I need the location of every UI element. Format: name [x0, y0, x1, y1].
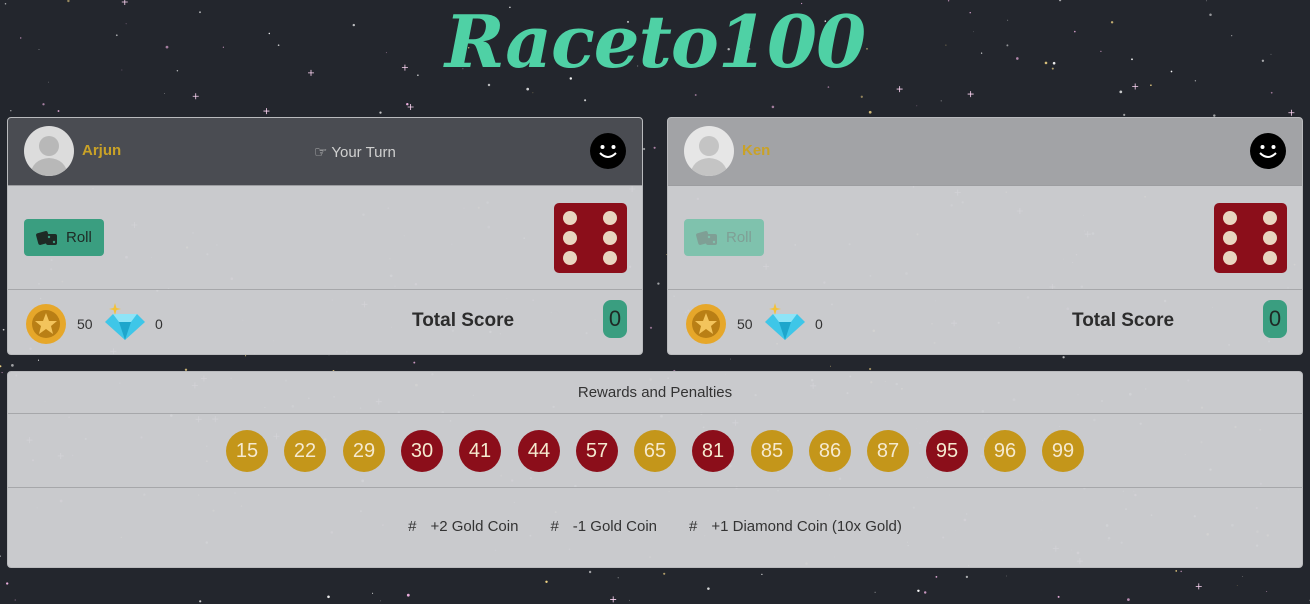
legend-item: # +1 Diamond Coin (10x Gold) — [689, 518, 902, 535]
roll-label: Roll — [66, 229, 92, 246]
pointing-hand-icon: ☞ — [314, 144, 328, 161]
player-header: Ken — [668, 118, 1302, 186]
roll-button[interactable]: Roll — [684, 219, 764, 256]
player-stats: 50 0 Total Score 0 — [8, 290, 642, 354]
roll-area: Roll — [8, 186, 642, 290]
legend-text: +1 Diamond Coin (10x Gold) — [711, 518, 902, 535]
diamond-count: 0 — [155, 316, 163, 332]
turn-indicator: ☞ Your Turn — [314, 143, 396, 161]
total-score-badge: 0 — [603, 300, 627, 338]
legend-text: -1 Gold Coin — [572, 518, 658, 535]
board-cell-gold: 87 — [867, 430, 909, 472]
user-silhouette-icon — [30, 136, 68, 176]
smiley-icon[interactable] — [1250, 133, 1286, 169]
board-cell-gold: 29 — [343, 430, 385, 472]
gold-coin-icon — [686, 304, 726, 344]
legend-symbol: # — [689, 518, 698, 535]
rewards-title: Rewards and Penalties — [8, 372, 1302, 414]
board-cell-gold: 65 — [634, 430, 676, 472]
smiley-icon[interactable] — [590, 133, 626, 169]
player-name: Ken — [742, 142, 771, 159]
avatar — [24, 126, 74, 176]
board-cell-penalty: 95 — [926, 430, 968, 472]
board-cell-penalty: 41 — [459, 430, 501, 472]
roll-area: Roll — [668, 186, 1302, 290]
player-stats: 50 0 Total Score 0 — [668, 290, 1302, 354]
player-header: Arjun ☞ Your Turn — [8, 118, 642, 186]
board-cell-gold: 15 — [226, 430, 268, 472]
board-cell-penalty: 44 — [518, 430, 560, 472]
total-score-label: Total Score — [412, 310, 515, 331]
board-cell-gold: 85 — [751, 430, 793, 472]
roll-button[interactable]: Roll — [24, 219, 104, 256]
user-silhouette-icon — [690, 136, 728, 176]
board-cell-gold: 86 — [809, 430, 851, 472]
gold-coin-count: 50 — [77, 316, 93, 332]
die-face-six — [1214, 203, 1287, 273]
player-card-ken: Ken Roll 50 0 Total Score 0 — [667, 117, 1303, 355]
legend-item: # -1 Gold Coin — [550, 518, 657, 535]
total-score-label: Total Score — [1072, 310, 1175, 331]
player-card-arjun: Arjun ☞ Your Turn Roll 50 0 Total Score … — [7, 117, 643, 355]
turn-text: Your Turn — [331, 144, 396, 161]
dice-icon — [36, 231, 57, 245]
legend-item: # +2 Gold Coin — [408, 518, 518, 535]
board-cell-gold: 22 — [284, 430, 326, 472]
diamond-icon — [105, 303, 145, 340]
gold-coin-count: 50 — [737, 316, 753, 332]
roll-label: Roll — [726, 229, 752, 246]
board-cell-gold: 96 — [984, 430, 1026, 472]
die-face-six — [554, 203, 627, 273]
app-title: Raceto100 — [444, 0, 866, 84]
legend-symbol: # — [408, 518, 417, 535]
gold-coin-icon — [26, 304, 66, 344]
board-cell-penalty: 30 — [401, 430, 443, 472]
total-score-badge: 0 — [1263, 300, 1287, 338]
legend-symbol: # — [550, 518, 559, 535]
legend-text: +2 Gold Coin — [430, 518, 519, 535]
rewards-panel: Rewards and Penalties 15 22 29 30 41 44 57 65 81… — [7, 371, 1303, 568]
board-cell-gold: 99 — [1042, 430, 1084, 472]
board-cell-penalty: 81 — [692, 430, 734, 472]
board-cells-row: 15 22 29 30 41 44 57 65 81 85 86 87 95 96 99 — [8, 414, 1302, 488]
board-cell-penalty: 57 — [576, 430, 618, 472]
player-name: Arjun — [82, 142, 122, 159]
diamond-icon — [765, 303, 805, 340]
dice-icon — [696, 231, 717, 245]
rewards-legend: # +2 Gold Coin # -1 Gold Coin # +1 Diamond Co… — [8, 518, 1302, 535]
diamond-count: 0 — [815, 316, 823, 332]
avatar — [684, 126, 734, 176]
